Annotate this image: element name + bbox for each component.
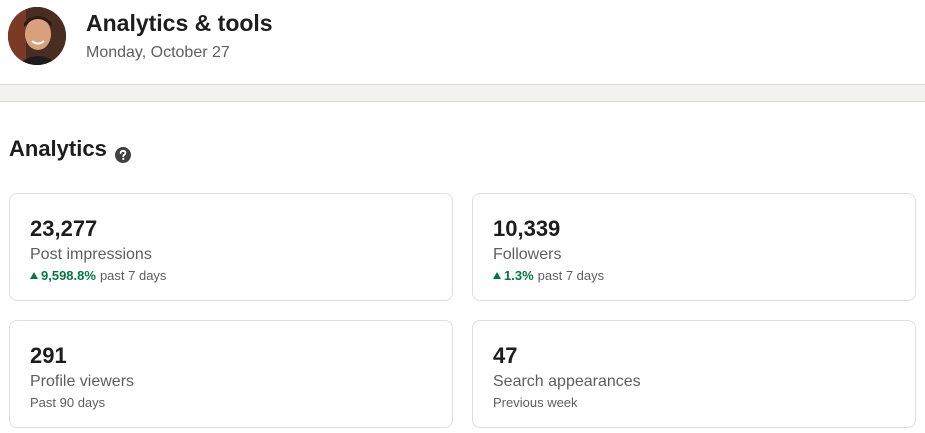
page-date: Monday, October 27 xyxy=(86,44,230,61)
profile-viewers-card[interactable]: 291 Profile viewers Past 90 days xyxy=(9,320,453,428)
post-impressions-trend: 9,598.8% past 7 days xyxy=(30,268,166,283)
search-appearances-label: Search appearances xyxy=(493,373,641,390)
page-header: Analytics & tools Monday, October 27 xyxy=(0,0,925,84)
followers-card[interactable]: 10,339 Followers 1.3% past 7 days xyxy=(472,193,916,301)
analytics-section-title: Analytics xyxy=(9,136,131,163)
page-title: Analytics & tools xyxy=(86,10,273,36)
followers-label: Followers xyxy=(493,246,562,263)
avatar[interactable] xyxy=(8,7,66,65)
profile-viewers-label: Profile viewers xyxy=(30,373,135,390)
search-appearances-value: 47 xyxy=(493,343,518,368)
search-appearances-card[interactable]: 47 Search appearances Previous week xyxy=(472,320,916,428)
post-impressions-value: 23,277 xyxy=(30,216,98,241)
post-impressions-card[interactable]: 23,277 Post impressions 9,598.8% past 7 … xyxy=(9,193,453,301)
trend-percent: 1.3% xyxy=(504,268,534,283)
profile-viewers-period: Past 90 days xyxy=(30,395,106,410)
profile-viewers-value: 291 xyxy=(30,343,67,368)
trend-period: past 7 days xyxy=(99,268,167,283)
section-divider xyxy=(0,84,925,102)
question-circle-icon[interactable] xyxy=(114,143,131,163)
followers-value: 10,339 xyxy=(493,216,561,241)
followers-trend: 1.3% past 7 days xyxy=(493,268,604,283)
analytics-heading: Analytics xyxy=(9,136,107,161)
trend-period: past 7 days xyxy=(537,268,605,283)
avatar-photo xyxy=(8,7,66,65)
post-impressions-label: Post impressions xyxy=(30,246,152,263)
trend-up-icon xyxy=(493,272,501,279)
search-appearances-period: Previous week xyxy=(493,395,578,410)
trend-percent: 9,598.8% xyxy=(41,268,96,283)
trend-up-icon xyxy=(30,272,38,279)
